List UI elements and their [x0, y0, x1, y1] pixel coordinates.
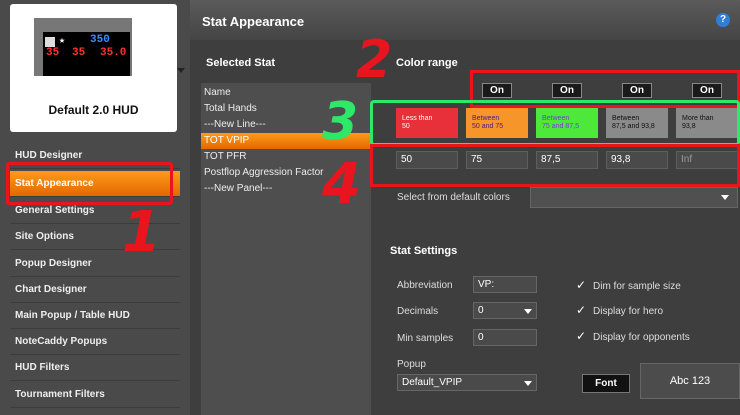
list-item[interactable]: TOT PFR	[201, 149, 371, 165]
hud-preview-stats: ★ 350 35 35 35.0	[43, 32, 130, 76]
stat-settings-heading: Stat Settings	[390, 245, 458, 257]
decimals-select[interactable]: 0	[473, 302, 537, 319]
help-icon[interactable]: ?	[716, 13, 730, 27]
swatch-line: 93,8	[682, 123, 696, 130]
star-icon: ★	[59, 36, 66, 47]
range-3-on-toggle[interactable]: On	[622, 83, 652, 98]
popup-label: Popup	[397, 359, 426, 370]
abbreviation-input[interactable]: VP:	[473, 276, 537, 293]
font-preview: Abc 123	[640, 363, 740, 399]
hud-dropdown-button[interactable]	[173, 44, 191, 98]
range-2-threshold-input[interactable]: 75	[466, 151, 528, 169]
note-icon	[45, 37, 55, 47]
swatch-line: Between	[612, 115, 640, 122]
font-button[interactable]: Font	[582, 374, 630, 393]
range-2-on-toggle[interactable]: On	[552, 83, 582, 98]
sidebar-item-tournament-filters[interactable]: Tournament Filters	[10, 382, 180, 408]
list-item[interactable]: Name	[201, 85, 371, 101]
panel-header: Stat Appearance ?	[190, 0, 740, 40]
sidebar-item-hud-designer[interactable]: HUD Designer	[10, 143, 180, 169]
swatch-line: 75 and 87,5	[542, 123, 579, 130]
min-samples-label: Min samples	[397, 333, 454, 344]
hud-stat-hands: 350	[90, 34, 110, 46]
range-2-color-swatch[interactable]: Between 50 and 75	[466, 108, 528, 138]
list-item[interactable]: ---New Line---	[201, 117, 371, 133]
checkbox-label: Display for hero	[593, 306, 664, 317]
page-title: Stat Appearance	[202, 14, 305, 29]
range-5-color-swatch[interactable]: More than 93,8	[676, 108, 738, 138]
list-item[interactable]: ---New Panel---	[201, 181, 371, 197]
popup-select[interactable]: Default_VPIP	[397, 374, 537, 391]
sidebar-item-hud-filters[interactable]: HUD Filters	[10, 355, 180, 381]
checkmark-icon: ✓	[576, 329, 587, 343]
chevron-down-icon	[177, 68, 185, 73]
hud-name: Default 2.0 HUD	[48, 103, 139, 117]
range-4-color-swatch[interactable]: Between 87,5 and 93,8	[606, 108, 668, 138]
swatch-line: Less than	[402, 115, 433, 122]
sidebar-item-notecaddy-popups[interactable]: NoteCaddy Popups	[10, 329, 180, 355]
decimals-label: Decimals	[397, 306, 439, 317]
range-4-threshold-input[interactable]: 93,8	[606, 151, 668, 169]
hud-preview-card[interactable]: ★ 350 35 35 35.0 Default 2.0 HUD	[10, 4, 185, 132]
chevron-down-icon	[721, 195, 729, 200]
checkbox-label: Display for opponents	[593, 332, 690, 343]
swatch-line: 50	[402, 123, 410, 130]
popup-value: Default_VPIP	[402, 377, 463, 388]
chevron-down-icon	[524, 309, 532, 314]
hud-stat-pfr: 35	[72, 47, 86, 59]
range-1-on-toggle[interactable]: On	[482, 83, 512, 98]
range-3-threshold-input[interactable]: 87,5	[536, 151, 598, 169]
swatch-line: More than	[682, 115, 714, 122]
swatch-line: 87,5 and 93,8	[612, 123, 655, 130]
sidebar-item-main-popup[interactable]: Main Popup / Table HUD	[10, 303, 180, 329]
main-panel: Stat Appearance ? Selected Stat Color ra…	[190, 0, 740, 415]
decimals-value: 0	[478, 305, 484, 316]
list-item[interactable]: Total Hands	[201, 101, 371, 117]
list-item[interactable]: Postflop Aggression Factor	[201, 165, 371, 181]
sidebar-item-popup-designer[interactable]: Popup Designer	[10, 251, 180, 277]
sidebar-item-site-options[interactable]: Site Options	[10, 224, 180, 250]
min-samples-input[interactable]: 0	[473, 329, 537, 346]
left-column: ★ 350 35 35 35.0 Default 2.0 HUD HUD Des…	[0, 0, 190, 415]
default-colors-dropdown[interactable]	[530, 187, 738, 208]
list-item-selected[interactable]: TOT VPIP	[201, 133, 371, 149]
range-4-on-toggle[interactable]: On	[692, 83, 722, 98]
range-3-color-swatch[interactable]: Between 75 and 87,5	[536, 108, 598, 138]
selected-stat-heading: Selected Stat	[206, 57, 276, 69]
hud-stat-vpip: 35	[46, 47, 60, 59]
default-colors-label: Select from default colors	[397, 192, 510, 203]
chevron-down-icon	[524, 381, 532, 386]
checkmark-icon: ✓	[576, 303, 587, 317]
range-1-color-swatch[interactable]: Less than 50	[396, 108, 458, 138]
range-1-threshold-input[interactable]: 50	[396, 151, 458, 169]
checkbox-label: Dim for sample size	[593, 281, 681, 292]
sidebar-item-general-settings[interactable]: General Settings	[10, 198, 180, 224]
color-range-heading: Color range	[396, 57, 458, 69]
checkmark-icon: ✓	[576, 278, 587, 292]
hud-stat-af: 35.0	[100, 47, 127, 59]
sidebar-item-stat-appearance[interactable]: Stat Appearance	[10, 171, 180, 197]
swatch-line: Between	[542, 115, 570, 122]
abbreviation-label: Abbreviation	[397, 280, 453, 291]
range-5-threshold-input[interactable]: Inf	[676, 151, 738, 169]
sidebar-item-chart-designer[interactable]: Chart Designer	[10, 277, 180, 303]
swatch-line: Between	[472, 115, 500, 122]
swatch-line: 50 and 75	[472, 123, 504, 130]
stat-list: Name Total Hands ---New Line--- TOT VPIP…	[201, 83, 371, 415]
